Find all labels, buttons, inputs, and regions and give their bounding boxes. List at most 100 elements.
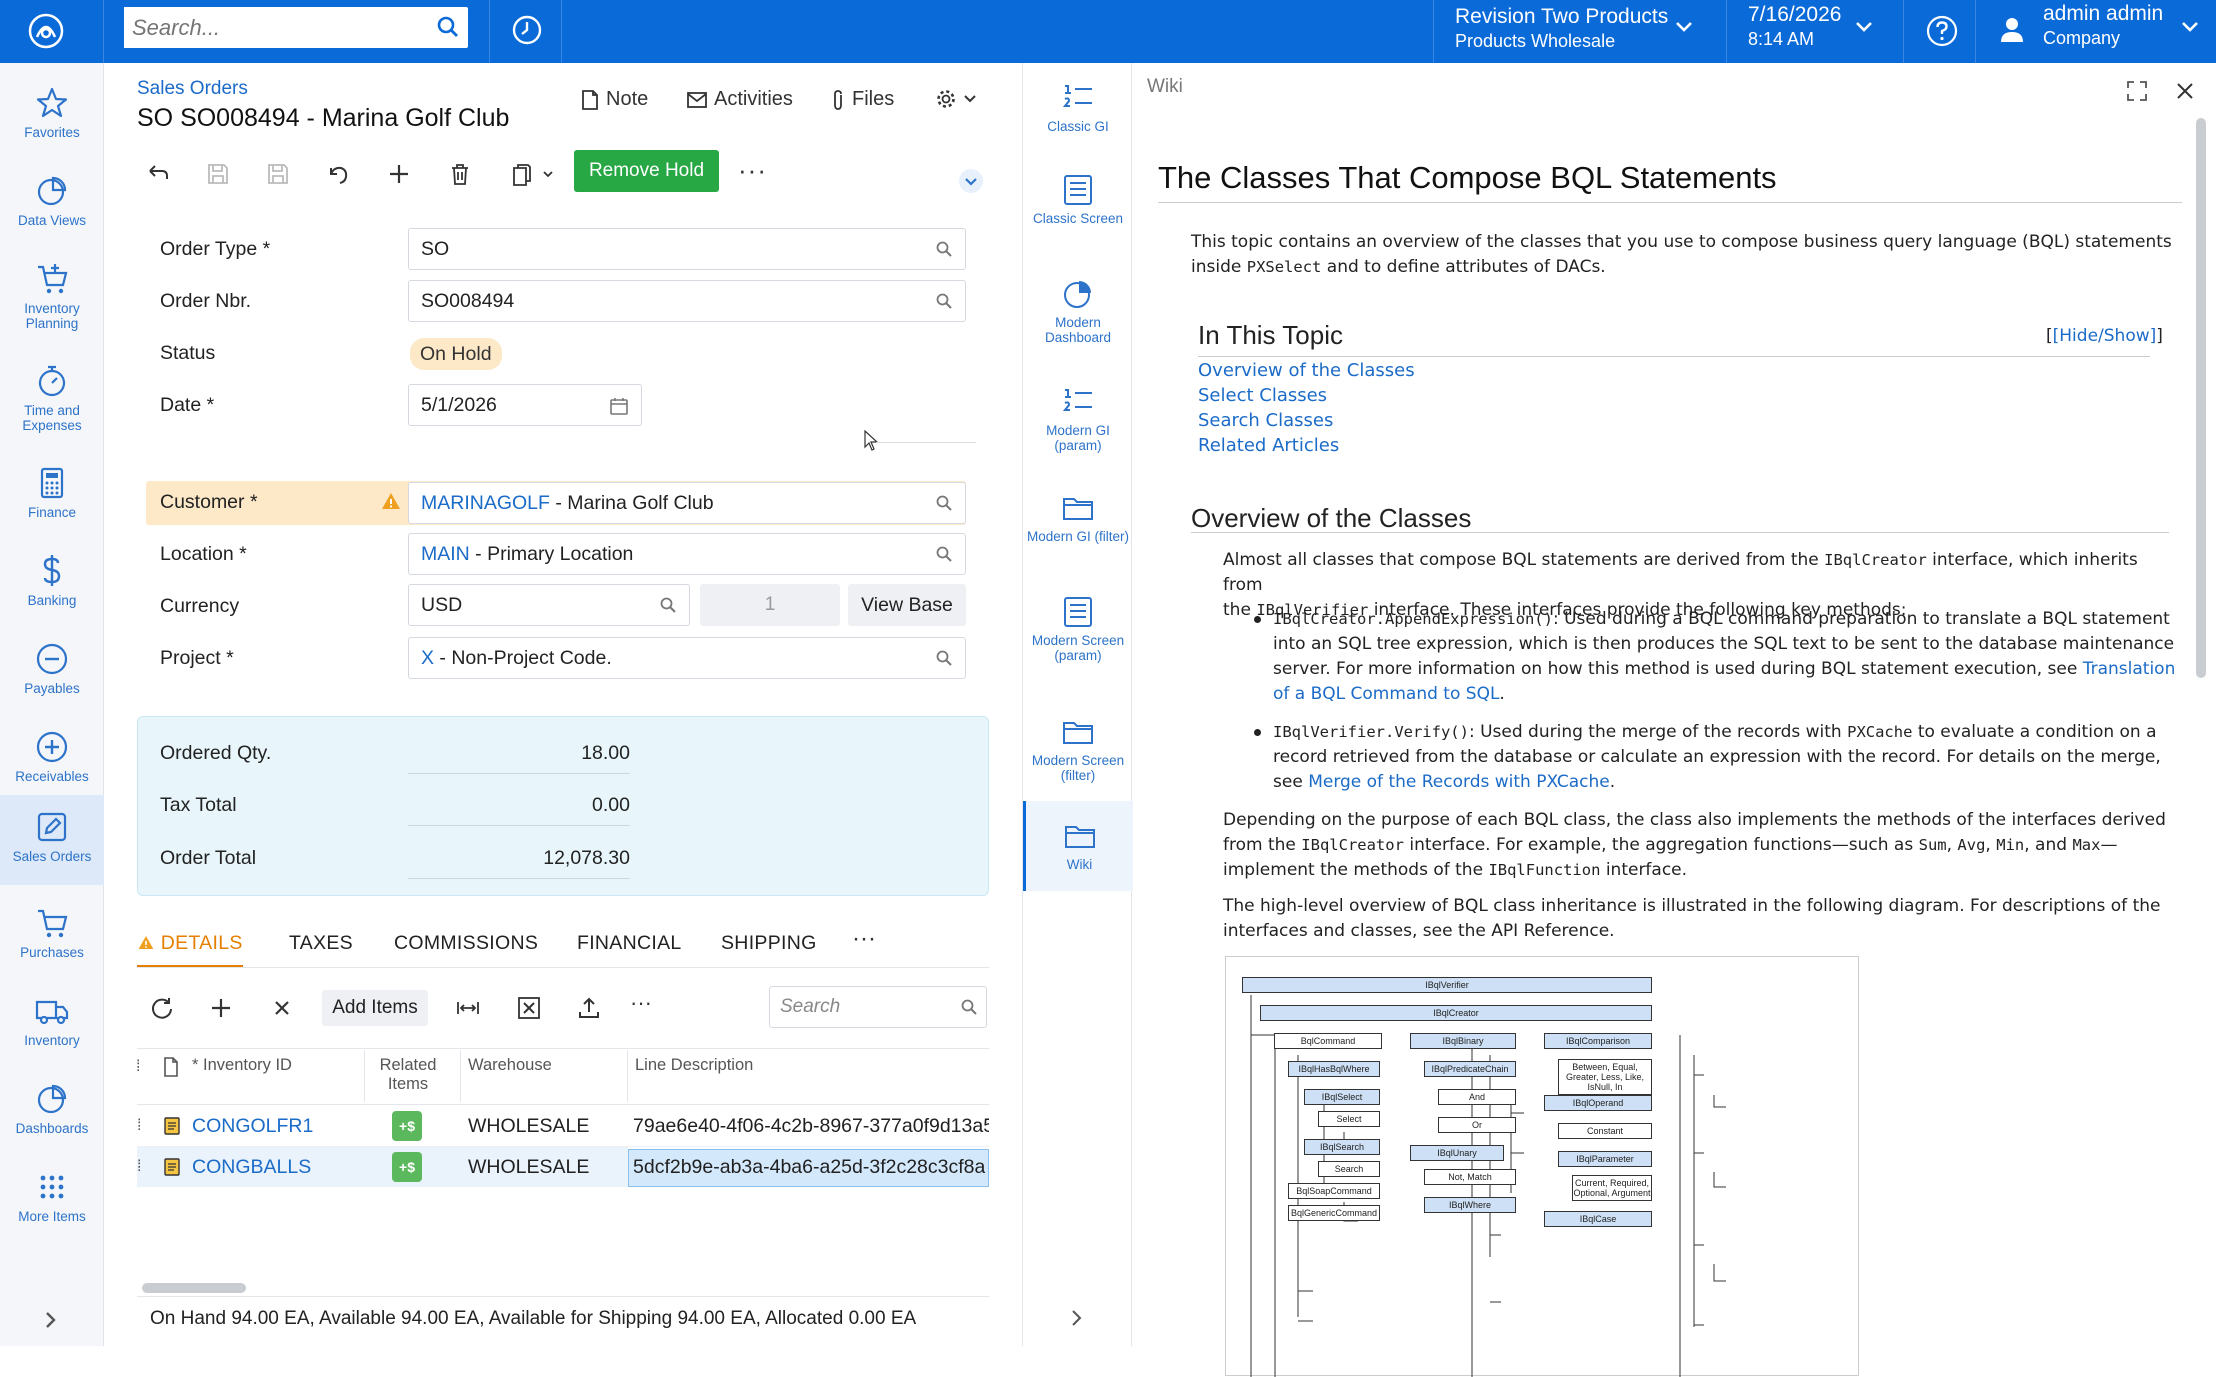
more-actions-button[interactable]: ··· [738, 155, 767, 186]
nav-item-purchases[interactable]: Purchases [0, 891, 104, 977]
article-link[interactable]: Translation [2083, 659, 2176, 679]
rail-item-modern-dashboard[interactable]: Modern Dashboard [1023, 277, 1133, 345]
rail-item-classic-gi[interactable]: Classic GI [1023, 81, 1133, 134]
toc-link[interactable]: Overview of the Classes [1198, 360, 1415, 381]
nav-item-sales-orders[interactable]: Sales Orders [0, 795, 104, 885]
search-icon[interactable] [935, 545, 953, 563]
warehouse-cell[interactable]: WHOLESALE [468, 1106, 589, 1146]
search-icon[interactable] [436, 15, 460, 39]
chevron-down-icon[interactable] [2180, 20, 2200, 34]
delete-icon[interactable] [444, 158, 476, 190]
export-excel-icon[interactable] [515, 994, 543, 1022]
add-row-icon[interactable] [207, 994, 235, 1022]
customer-field[interactable]: MARINAGOLF - Marina Golf Club [408, 482, 966, 524]
add-icon[interactable] [383, 158, 415, 190]
toc-link[interactable]: Select Classes [1198, 385, 1327, 406]
business-date-selector[interactable]: 7/16/2026 8:14 AM [1748, 3, 1841, 51]
location-field[interactable]: MAIN - Primary Location [408, 533, 966, 575]
warehouse-cell[interactable]: WHOLESALE [468, 1147, 589, 1187]
table-row[interactable]: ⁞ CONGBALLS +$ WHOLESALE 5dcf2b9e-ab3a-4… [137, 1147, 989, 1187]
acumatica-logo-icon[interactable] [24, 9, 68, 53]
document-icon[interactable] [163, 1157, 181, 1177]
close-icon[interactable] [2174, 80, 2196, 102]
currency-field[interactable]: USD [408, 584, 690, 626]
tab-shipping[interactable]: SHIPPING [721, 932, 817, 955]
tab-financial[interactable]: FINANCIAL [577, 932, 682, 955]
files-button[interactable]: Files [830, 88, 894, 111]
article-link[interactable]: Merge of the Records with PXCache [1308, 772, 1610, 792]
add-items-button[interactable]: Add Items [322, 990, 428, 1026]
toc-link[interactable]: Related Articles [1198, 435, 1339, 456]
search-icon[interactable] [935, 494, 953, 512]
row-selector[interactable]: ⁞ [137, 1147, 141, 1187]
nav-item-more-items[interactable]: More Items [0, 1155, 104, 1241]
project-code-link[interactable]: X [421, 647, 434, 669]
toc-toggle-link[interactable]: [Hide/Show] [2053, 326, 2157, 346]
calendar-icon[interactable] [609, 396, 629, 416]
search-icon[interactable] [659, 596, 677, 614]
vertical-scrollbar[interactable] [2196, 118, 2206, 678]
rail-item-modern-gi-filter[interactable]: Modern GI (filter) [1023, 491, 1133, 544]
search-icon[interactable] [935, 649, 953, 667]
save-icon[interactable] [262, 158, 294, 190]
copy-paste-menu[interactable] [506, 158, 558, 190]
tab-details[interactable]: DETAILS [137, 932, 243, 968]
col-related-items[interactable]: Related Items [372, 1056, 444, 1094]
company-selector[interactable]: Revision Two Products Products Wholesale [1455, 5, 1668, 53]
chevron-right-icon[interactable] [44, 1310, 58, 1330]
search-icon[interactable] [935, 240, 953, 258]
maximize-icon[interactable] [2126, 80, 2148, 102]
nav-item-inventory[interactable]: Inventory [0, 979, 104, 1065]
table-row[interactable]: ⁞ CONGOLFR1 +$ WHOLESALE 79ae6e40-4f06-4… [137, 1106, 989, 1146]
inventory-id-link[interactable]: CONGOLFR1 [192, 1106, 313, 1146]
help-icon[interactable] [1925, 14, 1959, 48]
chevron-down-icon[interactable] [958, 168, 984, 194]
nav-item-payables[interactable]: Payables [0, 627, 104, 713]
inventory-id-link[interactable]: CONGBALLS [192, 1147, 311, 1187]
chevron-down-icon[interactable] [1674, 20, 1694, 34]
toc-link[interactable]: Search Classes [1198, 410, 1333, 431]
tab-commissions[interactable]: COMMISSIONS [394, 932, 538, 955]
upload-icon[interactable] [575, 994, 603, 1022]
search-input[interactable] [124, 7, 414, 48]
breadcrumb[interactable]: Sales Orders [137, 78, 248, 100]
tab-more[interactable]: ··· [852, 925, 876, 953]
article-link[interactable]: of a BQL Command to SQL [1273, 684, 1499, 704]
delete-row-icon[interactable] [268, 994, 296, 1022]
row-selector-header[interactable]: ⁞ [136, 1058, 140, 1076]
document-icon[interactable] [163, 1116, 181, 1136]
rail-item-modern-screen-filter[interactable]: Modern Screen (filter) [1023, 715, 1133, 783]
grid-more-button[interactable]: ··· [630, 990, 652, 1016]
line-description-cell[interactable]: 5dcf2b9e-ab3a-4ba6-a25d-3f2c28c3cf8a [633, 1147, 985, 1187]
note-button[interactable]: Note [580, 88, 648, 111]
nav-item-favorites[interactable]: Favorites [0, 71, 104, 157]
related-items-badge[interactable]: +$ [392, 1111, 422, 1141]
row-selector[interactable]: ⁞ [137, 1106, 141, 1146]
user-menu[interactable]: admin admin Company [2043, 2, 2163, 50]
nav-item-inventory-planning[interactable]: Inventory Planning [0, 247, 104, 333]
col-inventory-id[interactable]: * Inventory ID [192, 1056, 292, 1075]
order-nbr-field[interactable]: SO008494 [408, 280, 966, 322]
rail-item-modern-screen-param[interactable]: Modern Screen (param) [1023, 595, 1133, 663]
customer-code-link[interactable]: MARINAGOLF [421, 492, 550, 514]
nav-item-finance[interactable]: Finance [0, 451, 104, 537]
horizontal-scrollbar[interactable] [142, 1283, 246, 1293]
global-search[interactable] [124, 7, 468, 48]
nav-item-dashboards[interactable]: Dashboards [0, 1067, 104, 1153]
activities-button[interactable]: Activities [686, 88, 793, 111]
project-field[interactable]: X - Non-Project Code. [408, 637, 966, 679]
toc-toggle[interactable]: [[Hide/Show]] [2046, 326, 2163, 346]
grid-search-input[interactable]: Search [769, 986, 987, 1028]
view-base-button[interactable]: View Base [848, 584, 966, 626]
nav-item-time-and-expenses[interactable]: Time and Expenses [0, 349, 104, 435]
save-close-icon[interactable] [202, 158, 234, 190]
date-field[interactable]: 5/1/2026 [408, 384, 642, 426]
search-icon[interactable] [960, 998, 978, 1016]
chevron-right-icon[interactable] [1070, 1308, 1084, 1328]
chevron-down-icon[interactable] [1854, 20, 1874, 34]
back-icon[interactable] [142, 158, 174, 190]
fit-columns-icon[interactable] [454, 994, 482, 1022]
rail-item-modern-gi-param[interactable]: Modern GI (param) [1023, 385, 1133, 453]
settings-menu[interactable] [935, 88, 977, 110]
col-warehouse[interactable]: Warehouse [468, 1056, 552, 1075]
